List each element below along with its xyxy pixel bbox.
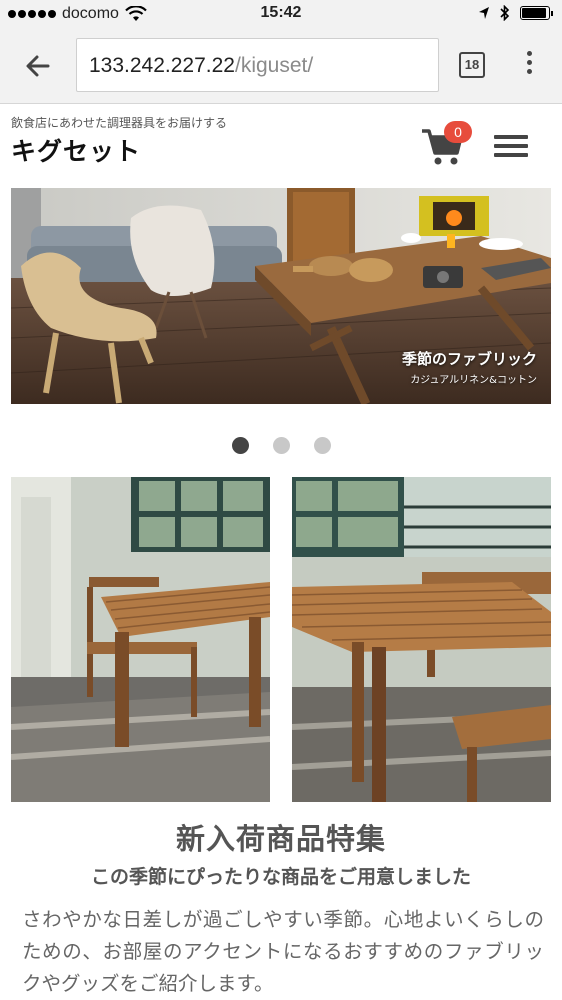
hero-caption: 季節のファブリック カジュアルリネン&コットン: [402, 348, 537, 386]
hero-slider[interactable]: 季節のファブリック カジュアルリネン&コットン: [11, 188, 551, 404]
hero-caption-title: 季節のファブリック: [401, 350, 537, 368]
bluetooth-icon: [500, 5, 510, 21]
status-bar: docomo 15:42: [0, 0, 562, 28]
wooden-table-bench-image: [292, 477, 551, 802]
browser-toolbar: 133.242.227.22/kiguset/ 18: [0, 28, 562, 104]
slider-dot-3[interactable]: [313, 437, 331, 454]
feature-image-left[interactable]: [11, 477, 270, 802]
feature-description: さわやかな日差しが過ごしやすい季節。心地よいくらしのための、お部屋のアクセントに…: [22, 908, 544, 995]
back-arrow-icon[interactable]: [22, 50, 54, 82]
feature-subtitle: この季節にぴったりな商品をご用意しました: [90, 866, 471, 888]
address-bar[interactable]: 133.242.227.22/kiguset/: [76, 38, 439, 92]
feature-image-right[interactable]: [292, 477, 551, 802]
battery-icon: [520, 6, 553, 20]
site-header: 飲食店にあわせた調理器具をお届けする キグセット 0: [0, 105, 562, 185]
slider-pagination: [0, 437, 562, 454]
url-host: 133.242.227.22: [89, 54, 235, 77]
overflow-menu-icon[interactable]: [522, 51, 536, 81]
site-tagline: 飲食店にあわせた調理器具をお届けする: [11, 116, 228, 130]
wooden-table-chair-image: [11, 477, 270, 802]
cart-count-badge: 0: [444, 121, 472, 143]
battery-fill: [522, 8, 546, 18]
location-arrow-icon: [479, 7, 489, 19]
hamburger-menu-icon[interactable]: [494, 135, 528, 159]
site-logo-title[interactable]: キグセット: [11, 132, 141, 168]
status-right: [478, 5, 553, 21]
hero-caption-subtitle: カジュアルリネン&コットン: [410, 375, 537, 386]
slider-dot-1[interactable]: [231, 437, 249, 454]
feature-title: 新入荷商品特集: [175, 822, 386, 856]
slider-dot-2[interactable]: [272, 437, 290, 454]
tab-switcher-button[interactable]: 18: [459, 52, 485, 78]
url-path: /kiguset/: [234, 54, 314, 77]
